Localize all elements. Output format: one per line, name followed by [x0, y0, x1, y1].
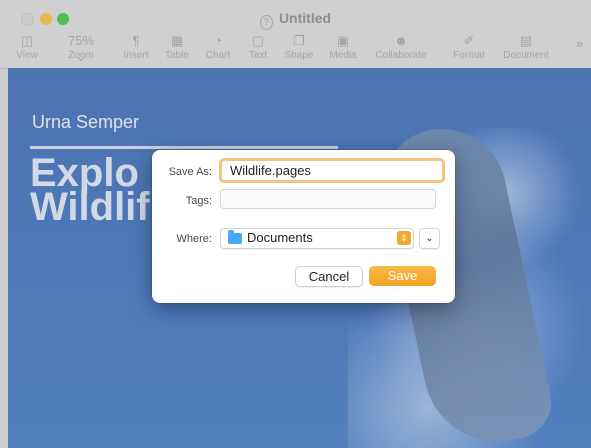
- where-location-value: Documents: [247, 230, 313, 245]
- tags-label: Tags:: [185, 195, 212, 207]
- filename-input[interactable]: Wildlife.pages: [219, 158, 445, 183]
- folder-icon: [228, 230, 242, 244]
- expand-dialog-button[interactable]: ⌄: [419, 228, 440, 249]
- up-down-chevron-icon: ⇕: [397, 231, 411, 245]
- save-dialog: Save As: Wildlife.pages Tags: Where: Doc…: [152, 150, 455, 303]
- where-location-select[interactable]: Documents ⇕: [220, 228, 414, 249]
- cancel-button[interactable]: Cancel: [295, 266, 363, 287]
- save-button[interactable]: Save: [369, 266, 436, 286]
- pages-window: ? Untitled ◫ View 75% ⌄ Zoom ¶ Insert ▦ T…: [0, 0, 591, 448]
- where-label: Where:: [176, 233, 212, 245]
- save-as-label: Save As:: [168, 166, 212, 178]
- tags-input[interactable]: [220, 189, 436, 209]
- chevron-down-icon: ⌄: [425, 233, 434, 244]
